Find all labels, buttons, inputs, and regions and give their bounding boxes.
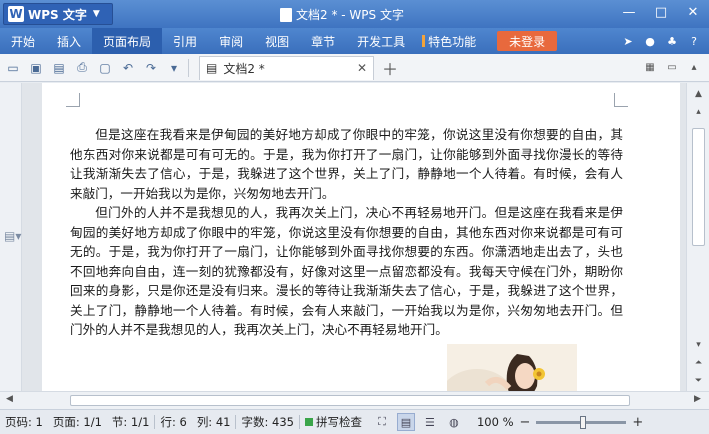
toolbar-right-icons: ▦ ▭ ▴ xyxy=(643,61,709,75)
undo-icon[interactable]: ↶ xyxy=(118,58,138,78)
menu-item-references[interactable]: 引用 xyxy=(162,28,208,54)
help-icon[interactable]: ? xyxy=(685,32,703,50)
status-bar: 页码: 1 页面: 1/1 节: 1/1 行: 6 列: 41 字数: 435 … xyxy=(0,409,709,434)
menu-item-view[interactable]: 视图 xyxy=(254,28,300,54)
zoom-slider-handle[interactable] xyxy=(580,415,587,429)
title-bar: W WPS 文字 ▼ 文档2 * - WPS 文字 — □ ✕ xyxy=(0,0,709,28)
collapse-icon[interactable]: ▴ xyxy=(687,61,701,75)
send-icon[interactable]: ➤ xyxy=(619,32,637,50)
status-row: 行: 6 xyxy=(160,415,187,429)
window-controls: — □ ✕ xyxy=(613,0,709,24)
document-tab[interactable]: ▤ 文档2 * ✕ xyxy=(199,55,374,80)
export-pdf-icon[interactable]: ▤ xyxy=(49,58,69,78)
menu-item-review[interactable]: 审阅 xyxy=(208,28,254,54)
document-outline-icon[interactable]: ▤▾ xyxy=(4,229,21,243)
scroll-up-page-icon[interactable]: ▲ xyxy=(692,87,705,100)
window-mode-icon[interactable]: ▦ xyxy=(643,61,657,75)
skin-icon[interactable]: ♣ xyxy=(663,32,681,50)
minimize-icon[interactable]: — xyxy=(613,0,645,24)
spell-check-icon xyxy=(304,418,313,426)
status-word-count[interactable]: 字数: 435 xyxy=(236,414,298,430)
menu-item-chapter[interactable]: 章节 xyxy=(300,28,346,54)
maximize-icon[interactable]: □ xyxy=(645,0,677,24)
scroll-up-arrow-icon[interactable]: ▴ xyxy=(692,105,705,118)
zoom-level[interactable]: 100 % xyxy=(477,415,514,429)
quick-toolbar: ▭ ▣ ▤ ⎙ ▢ ↶ ↷ ▾ ▤ 文档2 * ✕ ＋ ▦ ▭ ▴ xyxy=(0,54,709,82)
restore-icon[interactable]: ▭ xyxy=(665,61,679,75)
dropdown-icon[interactable]: ▾ xyxy=(164,58,184,78)
status-page-number[interactable]: 页码: 1 xyxy=(0,414,48,430)
outline-view-icon[interactable]: ☰ xyxy=(421,413,439,431)
open-folder-icon[interactable]: ▭ xyxy=(3,58,23,78)
spell-check-label: 拼写检查 xyxy=(315,415,362,429)
zoom-slider[interactable] xyxy=(536,415,627,429)
new-tab-icon[interactable]: ＋ xyxy=(382,56,398,80)
status-column: 列: 41 xyxy=(196,415,231,429)
zoom-in-icon[interactable]: + xyxy=(632,415,643,430)
close-icon[interactable]: ✕ xyxy=(677,0,709,24)
horizontal-scrollbar[interactable]: ◀ ▶ xyxy=(0,391,709,409)
girl-photo-image xyxy=(447,344,577,391)
zoom-out-icon[interactable]: − xyxy=(520,415,531,430)
toolbar-divider xyxy=(188,58,189,77)
print-preview-icon[interactable]: ▢ xyxy=(95,58,115,78)
menu-item-insert[interactable]: 插入 xyxy=(46,28,92,54)
menu-bar: 开始 插入 页面布局 引用 审阅 视图 章节 开发工具 特色功能 未登录 ➤ ●… xyxy=(0,28,709,54)
vertical-scroll-thumb[interactable] xyxy=(692,128,705,246)
wps-logo-icon: W xyxy=(8,6,24,22)
caret-down-icon: ▼ xyxy=(92,9,100,19)
editor-workspace: ▤▾ 但是这座在我看来是伊甸园的美好地方却成了你眼中的牢笼，你说这里没有你想要的… xyxy=(0,83,686,391)
document-icon xyxy=(280,7,292,22)
embedded-photo[interactable] xyxy=(447,344,577,391)
window-title: 文档2 * - WPS 文字 xyxy=(280,6,404,23)
web-view-icon[interactable]: ◍ xyxy=(445,413,463,431)
document-body[interactable]: 但是这座在我看来是伊甸园的美好地方却成了你眼中的牢笼，你说这里没有你想要的自由，… xyxy=(70,125,623,340)
tab-close-icon[interactable]: ✕ xyxy=(357,61,367,75)
page-view-icon[interactable]: ▤ xyxy=(396,413,415,431)
save-icon[interactable]: ▣ xyxy=(26,58,46,78)
crop-mark-top-right xyxy=(614,93,628,107)
focus-mode-icon[interactable]: ⛶ xyxy=(373,413,391,431)
crop-mark-top-left xyxy=(66,93,80,107)
login-button[interactable]: 未登录 xyxy=(497,31,558,51)
redo-icon[interactable]: ↷ xyxy=(141,58,161,78)
app-menu-button[interactable]: W WPS 文字 ▼ xyxy=(3,3,113,25)
paragraph: 但门外的人并不是我想见的人，我再次关上门，决心不再轻易地开门。但是这座在我看来是… xyxy=(70,205,623,337)
vertical-scrollbar[interactable]: ▲ ▴ ▾ ⏶ ⏷ xyxy=(686,83,709,391)
navigation-strip: ▤▾ xyxy=(0,83,22,391)
print-icon[interactable]: ⎙ xyxy=(72,58,92,78)
horizontal-scroll-thumb[interactable] xyxy=(70,395,630,406)
status-pages[interactable]: 页面: 1/1 xyxy=(48,414,107,430)
app-name: WPS 文字 xyxy=(28,7,87,22)
document-tab-label: 文档2 * xyxy=(223,61,265,76)
scroll-down-arrow-icon[interactable]: ▾ xyxy=(692,338,705,351)
next-page-icon[interactable]: ⏷ xyxy=(692,374,705,387)
menu-item-page-layout[interactable]: 页面布局 xyxy=(92,28,163,54)
window-title-text: 文档2 * - WPS 文字 xyxy=(296,8,404,22)
user-icon[interactable]: ● xyxy=(641,32,659,50)
previous-page-icon[interactable]: ⏶ xyxy=(692,356,705,369)
menu-right-icons: ➤ ● ♣ ? xyxy=(619,32,709,50)
spell-check-toggle[interactable]: 拼写检查 xyxy=(300,414,367,430)
scroll-right-icon[interactable]: ▶ xyxy=(694,394,701,404)
document-page[interactable]: 但是这座在我看来是伊甸园的美好地方却成了你眼中的牢笼，你说这里没有你想要的自由，… xyxy=(42,83,680,391)
paragraph: 但是这座在我看来是伊甸园的美好地方却成了你眼中的牢笼，你说这里没有你想要的自由，… xyxy=(70,127,623,201)
scroll-left-icon[interactable]: ◀ xyxy=(6,394,13,404)
menu-item-developer[interactable]: 开发工具 xyxy=(346,28,416,54)
menu-item-home[interactable]: 开始 xyxy=(0,28,46,54)
document-tab-icon: ▤ xyxy=(206,61,218,75)
status-section[interactable]: 节: 1/1 xyxy=(107,414,155,430)
menu-item-special-features[interactable]: 特色功能 xyxy=(416,28,487,54)
